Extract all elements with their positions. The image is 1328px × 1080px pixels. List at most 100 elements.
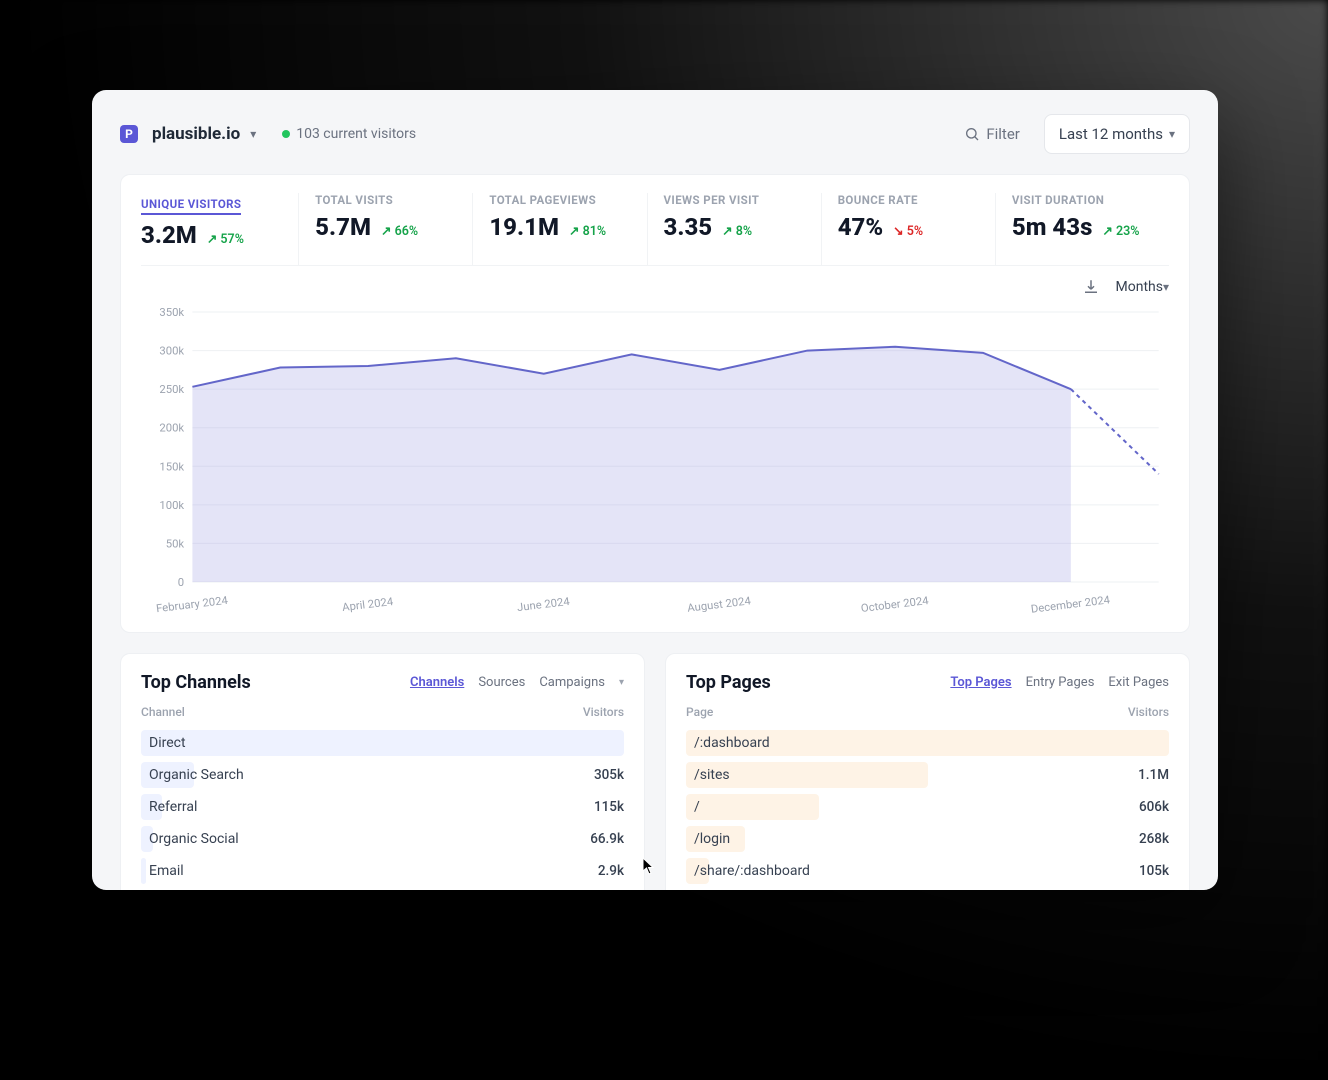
tab-channels[interactable]: Channels bbox=[410, 675, 464, 690]
stat-delta: ↗ 81% bbox=[569, 223, 606, 239]
row-label: Organic Search bbox=[141, 767, 244, 783]
stat-label: TOTAL VISITS bbox=[315, 193, 456, 207]
stat-label: TOTAL PAGEVIEWS bbox=[489, 193, 630, 207]
channels-col1: Channel bbox=[141, 705, 185, 719]
top-channels-card: Top Channels Channels Sources Campaigns ▾ C… bbox=[120, 653, 645, 890]
granularity-label: Months bbox=[1116, 279, 1163, 295]
stat-unique-visitors[interactable]: UNIQUE VISITORS 3.2M ↗ 57% bbox=[141, 193, 299, 265]
svg-text:150k: 150k bbox=[159, 460, 184, 473]
download-icon[interactable] bbox=[1082, 278, 1100, 296]
plausible-logo: P bbox=[120, 125, 138, 143]
chevron-down-icon[interactable]: ▾ bbox=[250, 127, 256, 141]
stat-label: VISIT DURATION bbox=[1012, 193, 1153, 207]
list-item[interactable]: / 606k bbox=[686, 791, 1169, 823]
svg-text:200k: 200k bbox=[159, 422, 184, 435]
list-item[interactable]: /:dashboard 2.2M bbox=[686, 727, 1169, 759]
row-value: 115k bbox=[594, 799, 624, 815]
list-item[interactable]: /login 268k bbox=[686, 823, 1169, 855]
stat-delta: ↗ 57% bbox=[207, 231, 244, 247]
stat-label: BOUNCE RATE bbox=[838, 193, 979, 207]
list-item[interactable]: Organic Video 1.5k bbox=[141, 887, 624, 890]
live-visitors[interactable]: 103 current visitors bbox=[282, 126, 416, 142]
stat-label: VIEWS PER VISIT bbox=[664, 193, 805, 207]
list-item[interactable]: Direct 2.7M bbox=[141, 727, 624, 759]
list-item[interactable]: Organic Social 66.9k bbox=[141, 823, 624, 855]
svg-text:February 2024: February 2024 bbox=[155, 594, 229, 615]
live-dot-icon bbox=[282, 130, 290, 138]
svg-text:April 2024: April 2024 bbox=[341, 595, 394, 614]
pages-col2: Visitors bbox=[1128, 705, 1169, 719]
list-item[interactable]: /:dashboard/settings/general 99.6k bbox=[686, 887, 1169, 890]
date-range-label: Last 12 months bbox=[1059, 125, 1163, 143]
stat-views-per-visit[interactable]: VIEWS PER VISIT 3.35 ↗ 8% bbox=[648, 193, 822, 265]
list-item[interactable]: /sites 1.1M bbox=[686, 759, 1169, 791]
filter-button[interactable]: Filter bbox=[964, 125, 1020, 143]
main-chart-card: UNIQUE VISITORS 3.2M ↗ 57% TOTAL VISITS … bbox=[120, 174, 1190, 633]
channels-tabs: Channels Sources Campaigns ▾ bbox=[410, 675, 624, 690]
list-item[interactable]: Organic Search 305k bbox=[141, 759, 624, 791]
tab-top-pages[interactable]: Top Pages bbox=[950, 675, 1011, 690]
channels-title: Top Channels bbox=[141, 672, 251, 693]
filter-label: Filter bbox=[986, 125, 1020, 143]
svg-text:250k: 250k bbox=[159, 383, 184, 396]
tab-sources[interactable]: Sources bbox=[478, 675, 525, 690]
pages-tabs: Top Pages Entry Pages Exit Pages bbox=[950, 675, 1169, 690]
date-range-select[interactable]: Last 12 months ▾ bbox=[1044, 114, 1190, 154]
svg-text:0: 0 bbox=[178, 576, 184, 589]
row-label: Email bbox=[141, 863, 184, 879]
top-pages-card: Top Pages Top Pages Entry Pages Exit Pages… bbox=[665, 653, 1190, 890]
channels-col2: Visitors bbox=[583, 705, 624, 719]
stat-value: 3.2M bbox=[141, 221, 197, 249]
stat-delta: ↗ 66% bbox=[381, 223, 418, 239]
row-label: /share/:dashboard bbox=[686, 863, 810, 879]
granularity-select[interactable]: Months ▾ bbox=[1116, 279, 1170, 295]
pages-rows: /:dashboard 2.2M /sites 1.1M / 606k /log… bbox=[686, 727, 1169, 890]
svg-text:October 2024: October 2024 bbox=[860, 594, 930, 615]
stat-bounce-rate[interactable]: BOUNCE RATE 47% ↘ 5% bbox=[822, 193, 996, 265]
stat-value: 19.1M bbox=[489, 213, 559, 241]
dashboard-panel: P plausible.io ▾ 103 current visitors Fi… bbox=[92, 90, 1218, 890]
list-item[interactable]: Email 2.9k bbox=[141, 855, 624, 887]
row-value: 2.9k bbox=[598, 863, 624, 879]
chevron-down-icon[interactable]: ▾ bbox=[619, 677, 624, 688]
stat-value: 5.7M bbox=[315, 213, 371, 241]
stat-label: UNIQUE VISITORS bbox=[141, 197, 241, 215]
pages-col1: Page bbox=[686, 705, 713, 719]
row-label: /login bbox=[686, 831, 730, 847]
chevron-down-icon: ▾ bbox=[1169, 127, 1175, 141]
row-value: 1.1M bbox=[1138, 767, 1169, 783]
row-label: /sites bbox=[686, 767, 730, 783]
site-selector[interactable]: plausible.io bbox=[152, 124, 240, 144]
row-value: 105k bbox=[1139, 863, 1169, 879]
svg-text:100k: 100k bbox=[159, 499, 184, 512]
svg-text:December 2024: December 2024 bbox=[1030, 593, 1111, 615]
header: P plausible.io ▾ 103 current visitors Fi… bbox=[120, 114, 1190, 154]
stat-delta: ↗ 23% bbox=[1102, 223, 1139, 239]
stat-total-visits[interactable]: TOTAL VISITS 5.7M ↗ 66% bbox=[299, 193, 473, 265]
search-icon bbox=[964, 126, 980, 142]
stat-total-pageviews[interactable]: TOTAL PAGEVIEWS 19.1M ↗ 81% bbox=[473, 193, 647, 265]
row-value: 606k bbox=[1139, 799, 1169, 815]
row-label: Direct bbox=[141, 735, 186, 751]
svg-text:June 2024: June 2024 bbox=[516, 595, 571, 614]
list-item[interactable]: Referral 115k bbox=[141, 791, 624, 823]
tab-entry-pages[interactable]: Entry Pages bbox=[1026, 675, 1095, 690]
tab-exit-pages[interactable]: Exit Pages bbox=[1108, 675, 1169, 690]
stats-row: UNIQUE VISITORS 3.2M ↗ 57% TOTAL VISITS … bbox=[141, 193, 1169, 266]
visitors-chart[interactable]: 350k300k250k200k150k100k50k0February 202… bbox=[141, 302, 1169, 622]
row-label: Organic Social bbox=[141, 831, 239, 847]
tab-campaigns[interactable]: Campaigns bbox=[539, 675, 605, 690]
row-label: / bbox=[686, 799, 700, 815]
list-item[interactable]: /share/:dashboard 105k bbox=[686, 855, 1169, 887]
stat-value: 5m 43s bbox=[1012, 213, 1093, 241]
svg-text:August 2024: August 2024 bbox=[687, 594, 753, 614]
stat-delta: ↗ 8% bbox=[722, 223, 752, 239]
row-value: 305k bbox=[594, 767, 624, 783]
channels-rows: Direct 2.7M Organic Search 305k Referral… bbox=[141, 727, 624, 890]
stat-visit-duration[interactable]: VISIT DURATION 5m 43s ↗ 23% bbox=[996, 193, 1169, 265]
stat-value: 3.35 bbox=[664, 213, 713, 241]
chevron-down-icon: ▾ bbox=[1163, 280, 1169, 294]
row-label: Referral bbox=[141, 799, 197, 815]
svg-text:300k: 300k bbox=[159, 345, 184, 358]
svg-text:50k: 50k bbox=[166, 538, 185, 551]
